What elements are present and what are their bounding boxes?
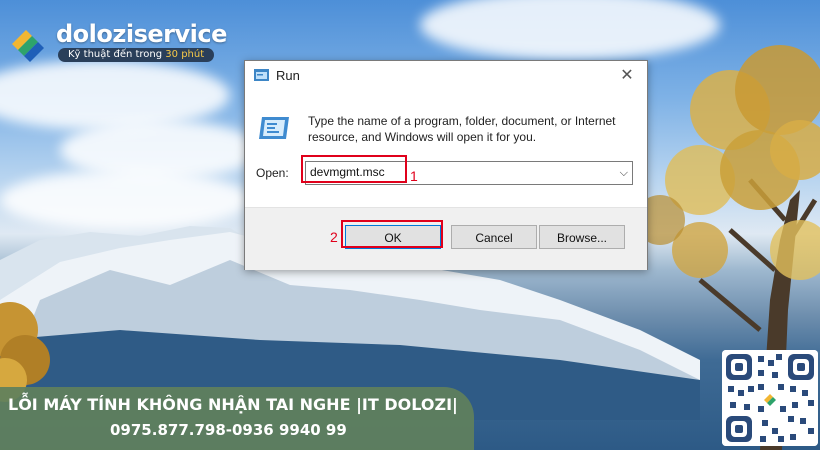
- highlight-box-ok-button: [341, 220, 443, 248]
- banner-title: LỖI MÁY TÍNH KHÔNG NHẬN TAI NGHE |IT DOL…: [8, 395, 458, 414]
- dolozi-logo-icon: [12, 30, 44, 62]
- brand-logo-block: doloziservice Kỹ thuật đến trong 30 phút: [8, 18, 227, 64]
- title-banner: LỖI MÁY TÍNH KHÔNG NHẬN TAI NGHE |IT DOL…: [0, 387, 474, 450]
- button-bar: OK Cancel Browse...: [245, 207, 647, 270]
- dialog-title: Run: [276, 68, 300, 83]
- desktop-background: doloziservice Kỹ thuật đến trong 30 phút…: [0, 0, 820, 450]
- brand-name: doloziservice: [56, 20, 227, 48]
- cancel-button[interactable]: Cancel: [451, 225, 537, 249]
- run-icon: [254, 69, 269, 81]
- tagline-highlight: 30 phút: [165, 49, 205, 60]
- tagline-text: Kỹ thuật đến trong: [68, 49, 166, 60]
- title-bar[interactable]: Run ✕: [245, 61, 647, 89]
- brand-tagline: Kỹ thuật đến trong 30 phút: [58, 48, 215, 62]
- instruction-text: Type the name of a program, folder, docu…: [308, 114, 616, 144]
- chevron-down-icon[interactable]: ⌵: [620, 166, 628, 180]
- open-label: Open:: [256, 166, 289, 180]
- qr-code-icon: [722, 350, 818, 446]
- step-number-2: 2: [330, 229, 338, 245]
- banner-phone: 0975.877.798-0936 9940 99: [110, 421, 347, 439]
- browse-button[interactable]: Browse...: [539, 225, 625, 249]
- close-button[interactable]: ✕: [615, 64, 639, 86]
- step-number-1: 1: [410, 168, 418, 184]
- run-icon: [259, 117, 289, 139]
- highlight-box-open-field: [301, 155, 407, 183]
